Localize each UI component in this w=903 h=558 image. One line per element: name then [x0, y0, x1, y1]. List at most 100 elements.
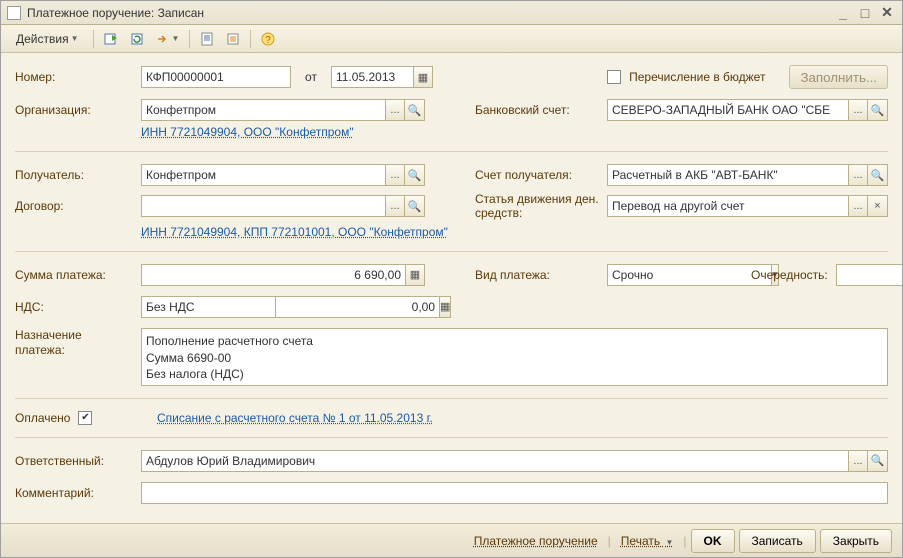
print-menu[interactable]: Печать ▼: [615, 534, 680, 548]
number-input[interactable]: [141, 66, 291, 88]
label-cashflow: Статья движения ден. средств:: [475, 192, 599, 221]
row-vat: НДС: ... ▦: [15, 296, 888, 318]
write-button[interactable]: Записать: [739, 529, 816, 553]
doc-link[interactable]: Платежное поручение: [468, 534, 604, 548]
calendar-icon[interactable]: ▦: [413, 66, 433, 88]
close-button[interactable]: ✕: [878, 5, 896, 21]
dropdown-icon: ▼: [71, 34, 79, 43]
label-budget: Перечисление в бюджет: [629, 70, 765, 84]
row-contract: Договор: ... 🔍 Статья движения ден. сред…: [15, 192, 888, 221]
receiver-input[interactable]: [141, 164, 385, 186]
contract-input[interactable]: [141, 195, 385, 217]
label-paid: Оплачено: [15, 411, 70, 425]
tb-report-icon[interactable]: [195, 28, 219, 50]
label-ptype: Вид платежа:: [475, 268, 599, 282]
svg-text:?: ?: [266, 35, 272, 46]
label-from: от: [299, 70, 323, 84]
row-comment: Комментарий:: [15, 482, 888, 504]
ellipsis-icon[interactable]: ...: [385, 164, 405, 186]
order-input[interactable]: [836, 264, 902, 286]
row-receiver: Получатель: ... 🔍 Счет получателя: ... 🔍: [15, 164, 888, 186]
divider: [15, 151, 888, 152]
tb-post-icon[interactable]: [99, 28, 123, 50]
window-title: Платежное поручение: Записан: [27, 6, 830, 20]
titlebar: Платежное поручение: Записан _ □ ✕: [1, 1, 902, 25]
tb-help-icon[interactable]: ?: [256, 28, 280, 50]
contract-field: ... 🔍: [141, 195, 425, 217]
row-number: Номер: от ▦ Перечисление в бюджет Заполн…: [15, 65, 888, 89]
form-body: Номер: от ▦ Перечисление в бюджет Заполн…: [1, 53, 902, 523]
label-receiver: Получатель:: [15, 168, 133, 182]
label-recvacct: Счет получателя:: [475, 168, 599, 182]
window: Платежное поручение: Записан _ □ ✕ Дейст…: [0, 0, 903, 558]
magnify-icon[interactable]: 🔍: [405, 99, 425, 121]
row-org: Организация: ... 🔍 Банковский счет: ... …: [15, 99, 888, 121]
tb-basedon-icon[interactable]: ▼: [151, 28, 185, 50]
tb-list-icon[interactable]: [221, 28, 245, 50]
vat-sum-input[interactable]: [275, 296, 439, 318]
divider: [15, 437, 888, 438]
paid-checkbox[interactable]: ✔: [78, 411, 92, 425]
magnify-icon[interactable]: 🔍: [405, 195, 425, 217]
vat-type-field: ...: [141, 296, 253, 318]
paid-link[interactable]: Списание с расчетного счета № 1 от 11.05…: [157, 411, 433, 425]
calc-icon[interactable]: ▦: [405, 264, 425, 286]
calc-icon[interactable]: ▦: [439, 296, 451, 318]
dropdown-icon: ▼: [665, 538, 673, 547]
purpose-textarea[interactable]: [141, 328, 888, 386]
ellipsis-icon[interactable]: ...: [848, 450, 868, 472]
ellipsis-icon[interactable]: ...: [848, 195, 868, 217]
label-contract: Договор:: [15, 199, 133, 213]
org-link[interactable]: ИНН 7721049904, ООО "Конфетпром": [141, 125, 354, 139]
document-icon: [7, 6, 21, 20]
close-button[interactable]: Закрыть: [820, 529, 892, 553]
org-field: ... 🔍: [141, 99, 425, 121]
label-number: Номер:: [15, 70, 133, 84]
cashflow-input[interactable]: [607, 195, 848, 217]
actions-menu[interactable]: Действия▼: [7, 28, 88, 50]
magnify-icon[interactable]: 🔍: [868, 164, 888, 186]
ptype-field: ▾: [607, 264, 725, 286]
minimize-button[interactable]: _: [834, 5, 852, 21]
clear-icon[interactable]: ×: [868, 195, 888, 217]
label-order: Очередность:: [751, 268, 828, 282]
org-input[interactable]: [141, 99, 385, 121]
date-input[interactable]: [331, 66, 413, 88]
recvacct-input[interactable]: [607, 164, 848, 186]
date-field: ▦: [331, 66, 433, 88]
maximize-button[interactable]: □: [856, 5, 874, 21]
magnify-icon[interactable]: 🔍: [868, 450, 888, 472]
magnify-icon[interactable]: 🔍: [868, 99, 888, 121]
magnify-icon[interactable]: 🔍: [405, 164, 425, 186]
ellipsis-icon[interactable]: ...: [385, 195, 405, 217]
label-responsible: Ответственный:: [15, 454, 133, 468]
divider: [15, 251, 888, 252]
ok-button[interactable]: OK: [691, 529, 735, 553]
row-responsible: Ответственный: ... 🔍: [15, 450, 888, 472]
dropdown-icon: ▼: [172, 34, 180, 43]
row-sum: Сумма платежа: ▦ Вид платежа: ▾ Очередно…: [15, 264, 888, 286]
divider: [15, 398, 888, 399]
responsible-input[interactable]: [141, 450, 848, 472]
ellipsis-icon[interactable]: ...: [385, 99, 405, 121]
label-sum: Сумма платежа:: [15, 268, 133, 282]
toolbar: Действия▼ ▼ ?: [1, 25, 902, 53]
sum-input[interactable]: [141, 264, 405, 286]
order-field: ▴▾: [836, 264, 880, 286]
row-recv-link: ИНН 7721049904, КПП 772101001, ООО "Конф…: [15, 225, 888, 239]
comment-input[interactable]: [141, 482, 888, 504]
bankacct-field: ... 🔍: [607, 99, 888, 121]
label-bankacct: Банковский счет:: [475, 103, 599, 117]
label-purpose: Назначение платежа:: [15, 328, 133, 359]
label-vat: НДС:: [15, 300, 133, 314]
bankacct-input[interactable]: [607, 99, 848, 121]
ptype-input[interactable]: [607, 264, 771, 286]
ellipsis-icon[interactable]: ...: [848, 164, 868, 186]
budget-checkbox[interactable]: [607, 70, 621, 84]
tb-refresh-icon[interactable]: [125, 28, 149, 50]
bottom-bar: Платежное поручение | Печать ▼ | OK Запи…: [1, 523, 902, 557]
label-org: Организация:: [15, 103, 133, 117]
receiver-link[interactable]: ИНН 7721049904, КПП 772101001, ООО "Конф…: [141, 225, 448, 239]
ellipsis-icon[interactable]: ...: [848, 99, 868, 121]
fill-button[interactable]: Заполнить...: [789, 65, 888, 89]
